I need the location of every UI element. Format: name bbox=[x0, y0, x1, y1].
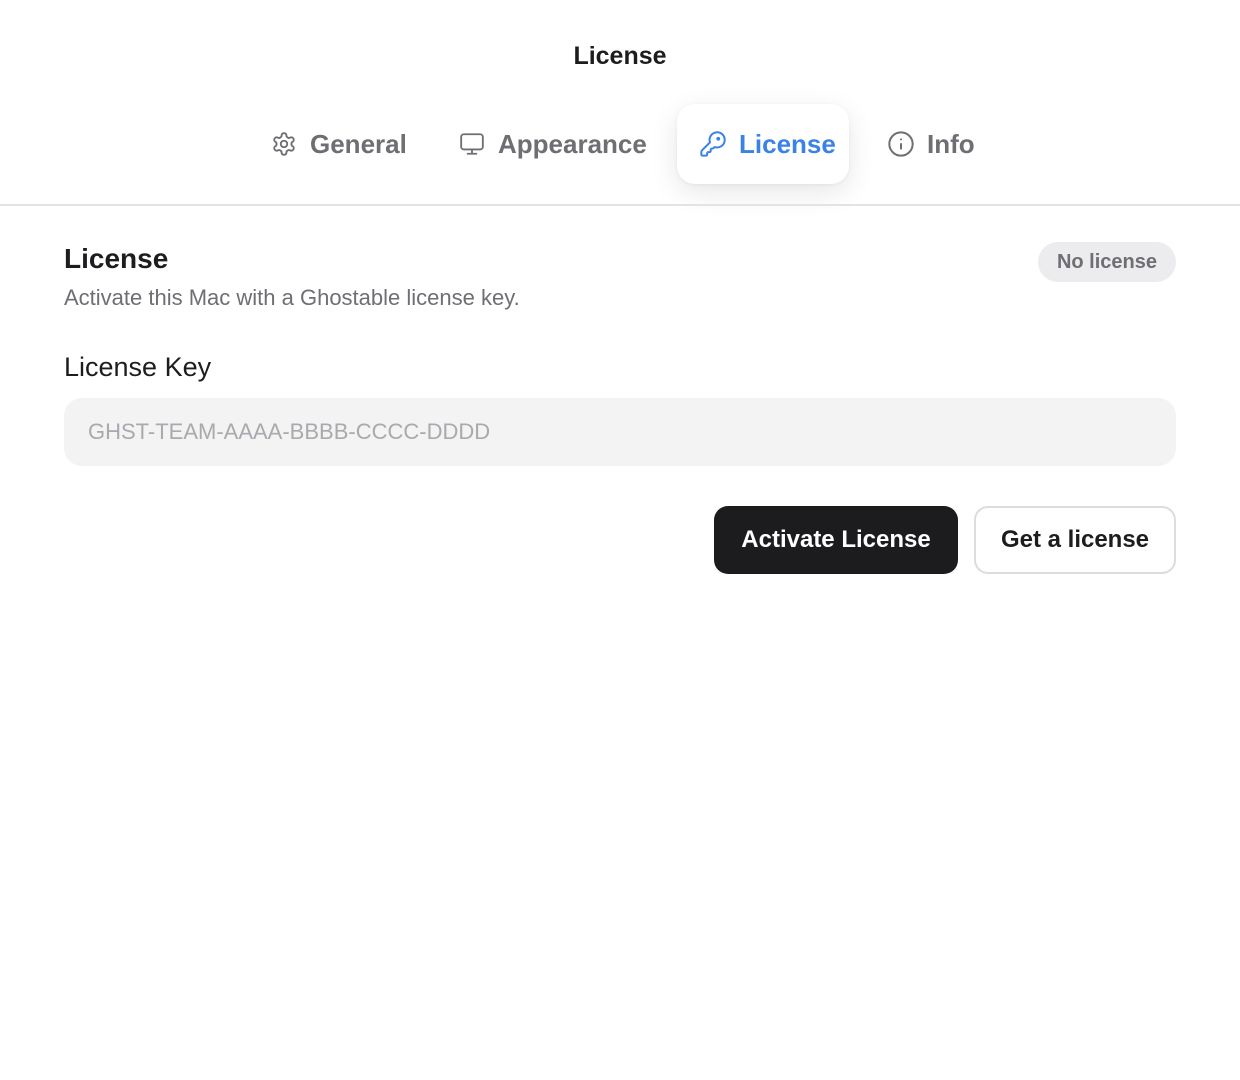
license-status-badge: No license bbox=[1038, 242, 1176, 282]
tab-appearance[interactable]: Appearance bbox=[458, 104, 658, 184]
tab-general[interactable]: General bbox=[270, 104, 415, 184]
get-license-button[interactable]: Get a license bbox=[974, 506, 1176, 574]
monitor-icon bbox=[458, 130, 486, 158]
tab-license[interactable]: License bbox=[677, 104, 849, 184]
gear-icon bbox=[270, 130, 298, 158]
tab-general-label: General bbox=[310, 128, 407, 159]
window-title: License bbox=[573, 42, 667, 70]
tab-info-label: Info bbox=[927, 128, 975, 159]
toolbar-divider bbox=[0, 204, 1240, 206]
info-icon bbox=[887, 130, 915, 158]
tab-appearance-label: Appearance bbox=[498, 128, 647, 159]
license-key-label: License Key bbox=[64, 352, 212, 382]
section-subtitle: Activate this Mac with a Ghostable licen… bbox=[64, 285, 520, 310]
settings-window: License General Appearance License Info … bbox=[0, 0, 1240, 1080]
tab-info[interactable]: Info bbox=[887, 104, 987, 184]
key-icon bbox=[699, 130, 727, 158]
section-title: License bbox=[64, 243, 169, 274]
activate-license-button[interactable]: Activate License bbox=[714, 506, 958, 574]
license-key-input[interactable] bbox=[64, 398, 1176, 466]
tab-license-label: License bbox=[739, 128, 836, 159]
settings-tab-bar: General Appearance License Info bbox=[0, 104, 1240, 184]
